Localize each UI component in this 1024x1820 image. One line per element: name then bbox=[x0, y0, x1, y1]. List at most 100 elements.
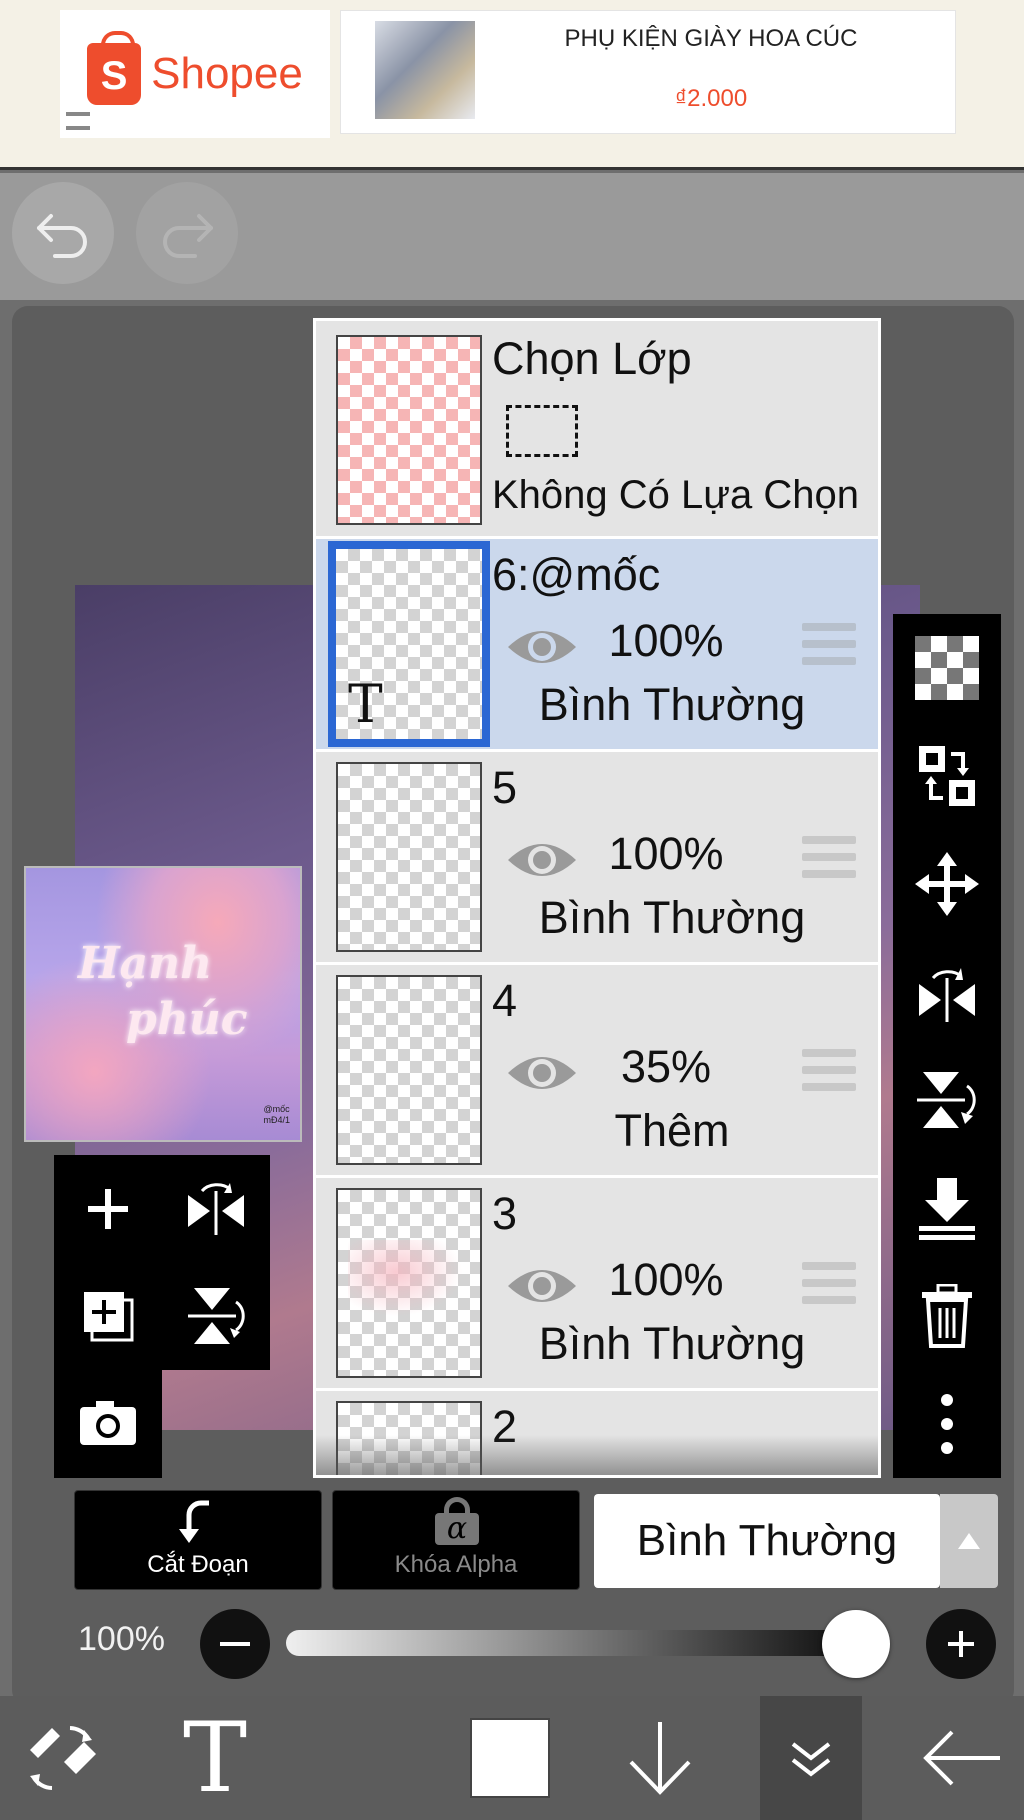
drag-handle-line bbox=[802, 853, 856, 861]
ad-product-title: PHỤ KIỆN GIÀY HOA CÚC bbox=[564, 25, 858, 52]
preview-signature: @mốc mĐ4/1 bbox=[263, 1104, 290, 1126]
redo-icon bbox=[163, 214, 213, 258]
add-copy-layer-icon bbox=[84, 1291, 134, 1341]
ad-menu-icon[interactable] bbox=[66, 112, 90, 130]
ad-product-image bbox=[375, 21, 475, 119]
layer-name: 5 bbox=[492, 762, 518, 813]
blend-mode-select[interactable]: Bình Thường bbox=[594, 1494, 940, 1588]
back-arrow-icon bbox=[923, 1730, 1000, 1786]
undo-button[interactable] bbox=[12, 182, 114, 284]
drag-handle-line bbox=[802, 1083, 856, 1091]
text-tool-button[interactable]: T bbox=[160, 1696, 270, 1820]
flip-vertical-icon bbox=[917, 1072, 976, 1128]
flip-horizontal-icon bbox=[919, 968, 975, 1022]
layer-thumbnail-artwork bbox=[348, 1240, 468, 1320]
layers-collapse-button[interactable] bbox=[760, 1696, 862, 1820]
layer-drag-handle[interactable] bbox=[802, 623, 856, 669]
layer-blend-mode: Bình Thường bbox=[538, 679, 806, 730]
selection-layer-title: Chọn Lớp bbox=[492, 333, 692, 384]
redo-button[interactable] bbox=[136, 182, 238, 284]
layer-name: 4 bbox=[492, 975, 518, 1026]
add-layer-icon bbox=[88, 1188, 128, 1229]
layer-blend-mode: Bình Thường bbox=[538, 892, 806, 943]
preview-signature-line-1: @mốc bbox=[263, 1104, 290, 1114]
left-tool-panel-camera bbox=[54, 1368, 162, 1478]
flip-vertical-icon bbox=[188, 1287, 245, 1344]
add-layer-button[interactable] bbox=[54, 1155, 162, 1262]
ad-banner[interactable]: S Shopee PHỤ KIỆN GIÀY HOA CÚC ₫2.000 bbox=[0, 0, 1024, 170]
blend-mode-dropdown-button[interactable] bbox=[940, 1494, 998, 1588]
layer-row[interactable]: T 6:@mốc 100% Bình Thường bbox=[316, 539, 878, 752]
layer-row[interactable]: 5 100% Bình Thường bbox=[316, 752, 878, 965]
flip-layer-vertical-button[interactable] bbox=[162, 1262, 270, 1369]
camera-icon bbox=[80, 1400, 136, 1445]
drag-handle-line bbox=[802, 623, 856, 631]
swap-layer-button[interactable] bbox=[893, 722, 1001, 830]
text-layer-icon: T bbox=[348, 675, 383, 735]
drag-handle-line bbox=[802, 657, 856, 665]
text-tool-icon: T bbox=[182, 1702, 248, 1814]
more-options-button[interactable] bbox=[893, 1370, 1001, 1478]
layer-drag-handle[interactable] bbox=[802, 836, 856, 882]
ad-product[interactable]: PHỤ KIỆN GIÀY HOA CÚC ₫2.000 bbox=[340, 10, 956, 134]
canvas-preview[interactable]: Hạnh phúc @mốc mĐ4/1 bbox=[24, 866, 302, 1142]
flip-layer-horizontal-button[interactable] bbox=[162, 1155, 270, 1262]
preview-signature-line-2: mĐ4/1 bbox=[263, 1115, 290, 1125]
opacity-increase-button[interactable] bbox=[926, 1609, 996, 1679]
download-icon bbox=[629, 1722, 691, 1795]
clipping-button[interactable]: Cắt Đoạn bbox=[74, 1490, 322, 1590]
layer-opacity: 100% bbox=[608, 1254, 724, 1305]
layer-drag-handle[interactable] bbox=[802, 1262, 856, 1308]
merge-down-button[interactable] bbox=[893, 1154, 1001, 1262]
download-button[interactable] bbox=[610, 1696, 710, 1820]
more-icon bbox=[941, 1394, 953, 1454]
layer-panel: Chọn Lớp Không Có Lựa Chọn T 6:@mốc 100% Bì… bbox=[313, 318, 881, 1478]
drag-handle-line bbox=[802, 1049, 856, 1057]
layer-row[interactable]: 4 35% Thêm bbox=[316, 965, 878, 1178]
trash-icon bbox=[922, 1284, 972, 1348]
flip-horizontal-button[interactable] bbox=[893, 938, 1001, 1046]
right-tool-panel bbox=[893, 614, 1001, 1478]
opacity-slider-knob[interactable] bbox=[822, 1610, 890, 1678]
layer-blend-mode: Bình Thường bbox=[538, 1318, 806, 1369]
selection-tool-button[interactable] bbox=[0, 1696, 124, 1820]
drag-handle-line bbox=[802, 1066, 856, 1074]
selection-layer-status: Không Có Lựa Chọn bbox=[492, 473, 860, 517]
flip-vertical-button[interactable] bbox=[893, 1046, 1001, 1154]
ad-product-price: ₫2.000 bbox=[674, 85, 748, 112]
move-layer-button[interactable] bbox=[893, 830, 1001, 938]
swap-layer-icon bbox=[919, 746, 975, 806]
drag-handle-line bbox=[802, 1296, 856, 1304]
clipping-icon bbox=[179, 1500, 209, 1543]
triangle-up-icon bbox=[958, 1533, 980, 1549]
add-copy-layer-button[interactable] bbox=[54, 1262, 162, 1369]
opacity-slider-track[interactable] bbox=[286, 1630, 886, 1656]
opacity-decrease-button[interactable] bbox=[200, 1609, 270, 1679]
layer-row[interactable]: 3 100% Bình Thường bbox=[316, 1178, 878, 1391]
merge-down-icon bbox=[919, 1178, 975, 1240]
selection-marquee-icon bbox=[506, 405, 578, 457]
alpha-lock-icon: α bbox=[435, 1497, 479, 1545]
drag-handle-line bbox=[802, 870, 856, 878]
selection-layer-thumbnail bbox=[336, 335, 482, 525]
bottom-toolbar: T bbox=[0, 1696, 1024, 1820]
layer-blend-mode: Thêm bbox=[614, 1105, 730, 1156]
selection-layer-row[interactable]: Chọn Lớp Không Có Lựa Chọn bbox=[316, 321, 878, 539]
minus-icon bbox=[220, 1642, 250, 1646]
alpha-lock-button[interactable]: α Khóa Alpha bbox=[332, 1490, 580, 1590]
color-swatch-button[interactable] bbox=[460, 1696, 560, 1820]
layer-thumbnail: T bbox=[328, 541, 490, 747]
layer-thumbnail bbox=[336, 762, 482, 952]
delete-layer-button[interactable] bbox=[893, 1262, 1001, 1370]
blend-mode-value: Bình Thường bbox=[636, 1516, 898, 1565]
layer-opacity: 35% bbox=[620, 1041, 712, 1092]
camera-button[interactable] bbox=[54, 1368, 162, 1475]
alpha-lock-label: Khóa Alpha bbox=[394, 1551, 518, 1578]
ad-brand[interactable]: S Shopee bbox=[60, 10, 330, 138]
opacity-label: 100% bbox=[78, 1620, 165, 1658]
back-button[interactable] bbox=[900, 1696, 1024, 1820]
transparency-button[interactable] bbox=[893, 614, 1001, 722]
preview-text-2: phúc bbox=[126, 994, 248, 1045]
undo-icon bbox=[37, 214, 87, 258]
layer-drag-handle[interactable] bbox=[802, 1049, 856, 1095]
